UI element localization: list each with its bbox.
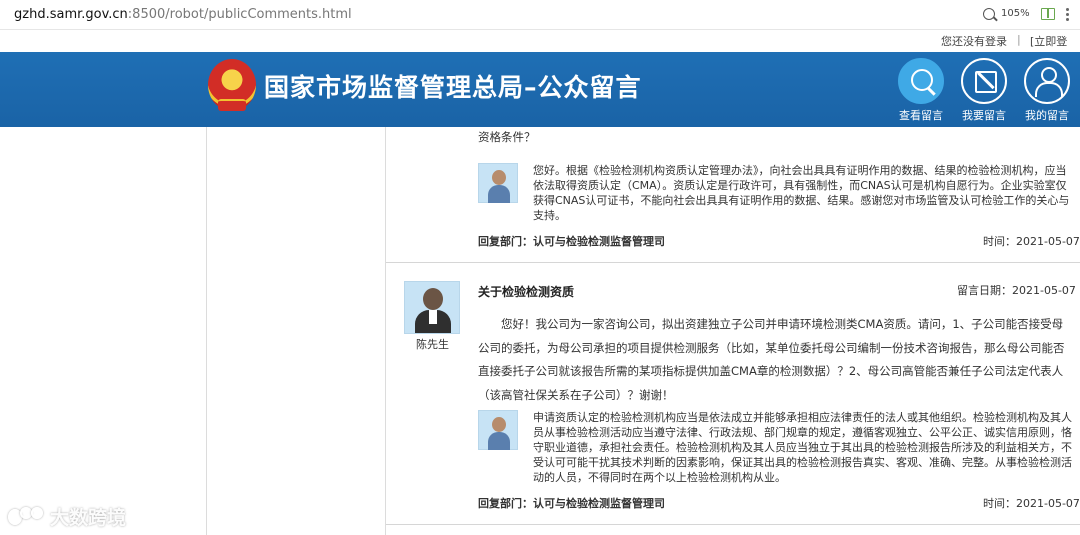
zoom-level[interactable]: 105% — [1001, 8, 1030, 19]
reply-department: 回复部门：认可与检验检测监督管理司 — [478, 497, 665, 510]
more-menu-icon[interactable] — [1066, 8, 1069, 21]
left-column-divider — [206, 127, 207, 535]
question-text: 资格条件？ — [478, 130, 536, 144]
main-column-divider — [385, 127, 386, 535]
zoom-icon[interactable] — [983, 8, 995, 20]
nav-label: 我的留言 — [1025, 109, 1069, 122]
reply-department: 回复部门：认可与检验检测监督管理司 — [478, 235, 665, 248]
reply-time: 时间：2021-05-07 — [983, 235, 1080, 248]
reply-avatar — [478, 410, 518, 450]
url-field[interactable]: gzhd.samr.gov.cn:8500/robot/publicCommen… — [14, 7, 352, 22]
login-separator: | — [1017, 33, 1021, 46]
comment-body: 您好！我公司为一家咨询公司，拟出资建独立子公司并申请环境检测类CMA资质。请问，… — [478, 317, 1065, 402]
nav-my-comments[interactable]: 我的留言 — [1021, 58, 1073, 124]
nav-view-comments[interactable]: 查看留言 — [895, 58, 947, 124]
site-header: 国家市场监督管理总局–公众留言 查看留言 我要留言 我的留言 — [0, 52, 1080, 127]
comment-title[interactable]: 关于检验检测资质 — [478, 283, 574, 300]
nav-label: 查看留言 — [899, 109, 943, 122]
reading-mode-icon[interactable] — [1041, 8, 1055, 20]
comment-divider — [386, 262, 1080, 263]
national-emblem-logo — [208, 59, 256, 111]
reply-time: 时间：2021-05-07 — [983, 497, 1080, 510]
reply-avatar — [478, 163, 518, 203]
poster-name: 陈先生 — [416, 338, 449, 351]
site-title: 国家市场监督管理总局–公众留言 — [264, 73, 642, 102]
watermark-text: 大数跨境 — [50, 507, 127, 529]
login-status: 您还没有登录 — [941, 35, 1007, 48]
comment-divider — [386, 524, 1080, 525]
url-path: :8500/robot/publicComments.html — [127, 7, 352, 22]
nav-post-comment[interactable]: 我要留言 — [958, 58, 1010, 124]
reply-text: 您好。根据《检验检测机构资质认定管理办法》，向社会出具具有证明作用的数据、结果的… — [533, 164, 1070, 222]
edit-icon — [961, 58, 1007, 104]
user-icon — [1024, 58, 1070, 104]
reply-text: 申请资质认定的检验检测机构应当是依法成立并能够承担相应法律责任的法人或其他组织。… — [533, 411, 1072, 484]
nav-label: 我要留言 — [962, 109, 1006, 122]
comment-date: 留言日期：2021-05-07 — [957, 284, 1076, 297]
browser-address-bar: gzhd.samr.gov.cn:8500/robot/publicCommen… — [0, 0, 1080, 30]
watermark-logo-icon — [8, 507, 46, 527]
search-icon — [898, 58, 944, 104]
login-bar: 您还没有登录 | [立即登录] — [0, 30, 1080, 64]
watermark: 大数跨境 — [8, 503, 126, 530]
poster-avatar — [404, 281, 460, 334]
url-host: gzhd.samr.gov.cn — [14, 7, 128, 22]
